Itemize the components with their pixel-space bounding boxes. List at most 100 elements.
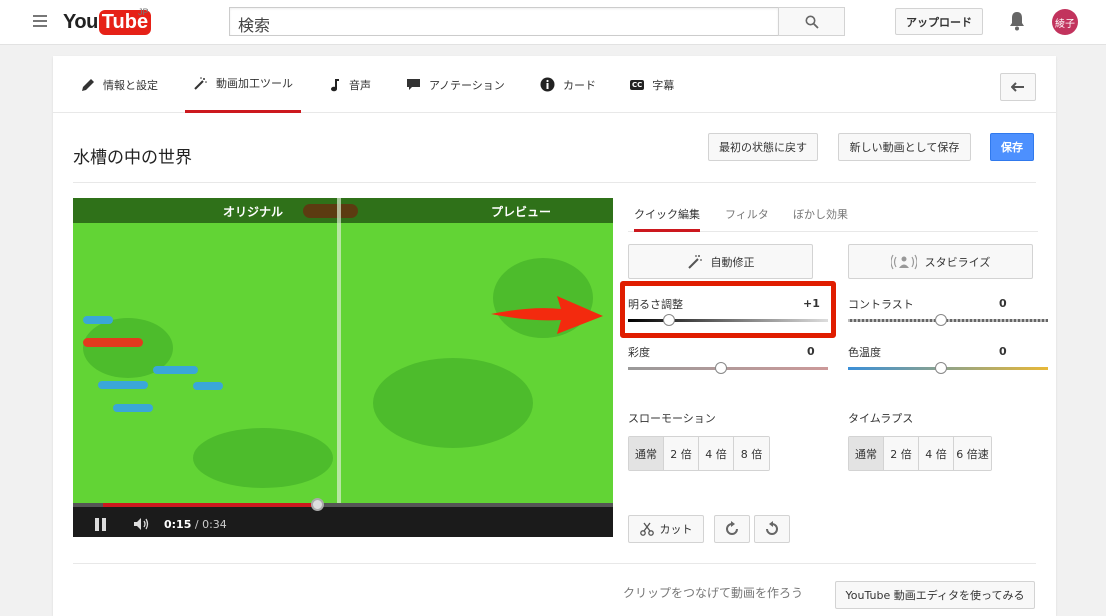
save-button[interactable]: 保存 [990,133,1034,161]
volume-icon[interactable] [133,517,151,531]
pencil-icon [82,78,94,91]
back-arrow-icon [1011,82,1024,92]
tab-label: カード [563,78,596,92]
logo-you: You [63,10,98,33]
timelapse-label: タイムラプス [848,412,914,425]
slow-motion-option[interactable]: 2 倍 [664,437,699,470]
rotate-right-button[interactable] [714,515,750,543]
tab-cards[interactable]: カード [540,56,596,113]
video-player[interactable]: オリジナル プレビュー 0:15 / 0:34 [73,198,613,537]
temperature-value: 0 [999,345,1007,358]
editor-tabs: 情報と設定 動画加工ツール 音声 アノテーション カード CC 字幕 [53,56,1056,113]
masthead: You Tube JP 検索 アップロード 綾子 [0,0,1106,45]
highlight-box [620,281,836,338]
divider [73,182,1036,183]
saturation-slider[interactable] [628,367,828,370]
video-editor-button[interactable]: YouTube 動画エディタを使ってみる [835,581,1035,609]
tab-annotations[interactable]: アノテーション [406,56,505,113]
fish-graphic [98,381,148,389]
autofix-button[interactable]: 自動修正 [628,244,813,279]
info-circle-icon [540,77,555,92]
fish-graphic [193,382,223,390]
fish-graphic [83,338,143,347]
save-as-new-button[interactable]: 新しい動画として保存 [838,133,971,161]
plant-graphic [373,358,533,448]
search-button[interactable] [778,7,845,36]
rotate-right-icon [726,521,738,535]
saturation-value: 0 [807,345,815,358]
compare-header: オリジナル プレビュー [73,198,613,223]
stabilize-label: スタビライズ [924,255,991,269]
cut-label: カット [659,523,693,536]
scissors-icon [639,522,654,536]
upload-button[interactable]: アップロード [895,8,983,35]
edit-subtabs: クイック編集 フィルタ ぼかし効果 [628,198,1038,232]
tab-audio[interactable]: 音声 [329,56,371,113]
total-time: / 0:34 [194,518,227,531]
contrast-value: 0 [999,297,1007,310]
saturation-label: 彩度 [628,346,650,359]
player-controls: 0:15 / 0:34 [73,498,613,537]
temperature-slider[interactable] [848,367,1048,370]
magic-wand-icon [194,76,207,90]
stabilize-icon [890,254,917,269]
music-note-icon [331,78,339,91]
tab-label: アノテーション [429,78,505,92]
timelapse-options: 通常 2 倍 4 倍 6 倍速 [848,436,992,471]
subtab-filters[interactable]: フィルタ [725,206,769,222]
cut-button[interactable]: カット [628,515,704,543]
search-icon [805,15,819,29]
tab-info-settings[interactable]: 情報と設定 [81,56,158,113]
current-time: 0:15 [164,518,192,531]
video-title: 水槽の中の世界 [73,148,192,168]
fish-graphic [83,316,113,324]
rotate-left-icon [766,521,778,535]
slow-motion-option[interactable]: 4 倍 [699,437,734,470]
magic-wand-icon [687,254,702,269]
tab-label: 動画加工ツール [216,77,293,90]
tab-label: 字幕 [652,78,675,92]
contrast-slider[interactable] [848,319,1048,322]
temperature-label: 色温度 [848,346,881,359]
temperature-slider-knob[interactable] [935,362,947,374]
editor-panel: 情報と設定 動画加工ツール 音声 アノテーション カード CC 字幕 水槽の中の… [53,56,1056,616]
pause-icon[interactable] [95,518,107,531]
contrast-slider-knob[interactable] [935,314,947,326]
autofix-label: 自動修正 [710,255,755,269]
original-label: オリジナル [223,205,284,219]
subtab-quick-edit[interactable]: クイック編集 [634,206,700,232]
search-input[interactable]: 検索 [229,7,779,36]
subtab-blur[interactable]: ぼかし効果 [793,206,848,222]
back-button[interactable] [1000,73,1036,101]
avatar[interactable]: 綾子 [1052,9,1078,35]
revert-button[interactable]: 最初の状態に戻す [708,133,818,161]
rotate-left-button[interactable] [754,515,790,543]
menu-icon[interactable] [33,15,47,27]
cc-icon: CC [630,79,645,90]
timelapse-option[interactable]: 2 倍 [884,437,919,470]
slow-motion-options: 通常 2 倍 4 倍 8 倍 [628,436,770,471]
arrow-icon [491,296,603,334]
bell-icon[interactable] [1007,10,1027,32]
progress-scrubber[interactable] [311,498,324,511]
slow-motion-label: スローモーション [628,412,716,425]
tab-enhancements[interactable]: 動画加工ツール [185,56,301,113]
stabilize-button[interactable]: スタビライズ [848,244,1033,279]
fish-graphic [153,366,198,374]
time-display: 0:15 / 0:34 [164,518,227,531]
compare-split-handle[interactable] [337,198,341,503]
plant-graphic [193,428,333,488]
slow-motion-option[interactable]: 8 倍 [734,437,769,470]
clip-text: クリップをつなげて動画を作ろう [623,586,804,600]
slow-motion-option[interactable]: 通常 [629,437,664,470]
timelapse-option[interactable]: 6 倍速 [954,437,991,470]
tab-subtitles[interactable]: CC 字幕 [630,56,674,113]
progress-fill [103,503,317,507]
fish-graphic [113,404,153,412]
youtube-logo[interactable]: You Tube JP [63,7,152,35]
contrast-label: コントラスト [848,298,914,311]
timelapse-option[interactable]: 通常 [849,437,884,470]
timelapse-option[interactable]: 4 倍 [919,437,954,470]
preview-label: プレビュー [491,205,552,219]
saturation-slider-knob[interactable] [715,362,727,374]
